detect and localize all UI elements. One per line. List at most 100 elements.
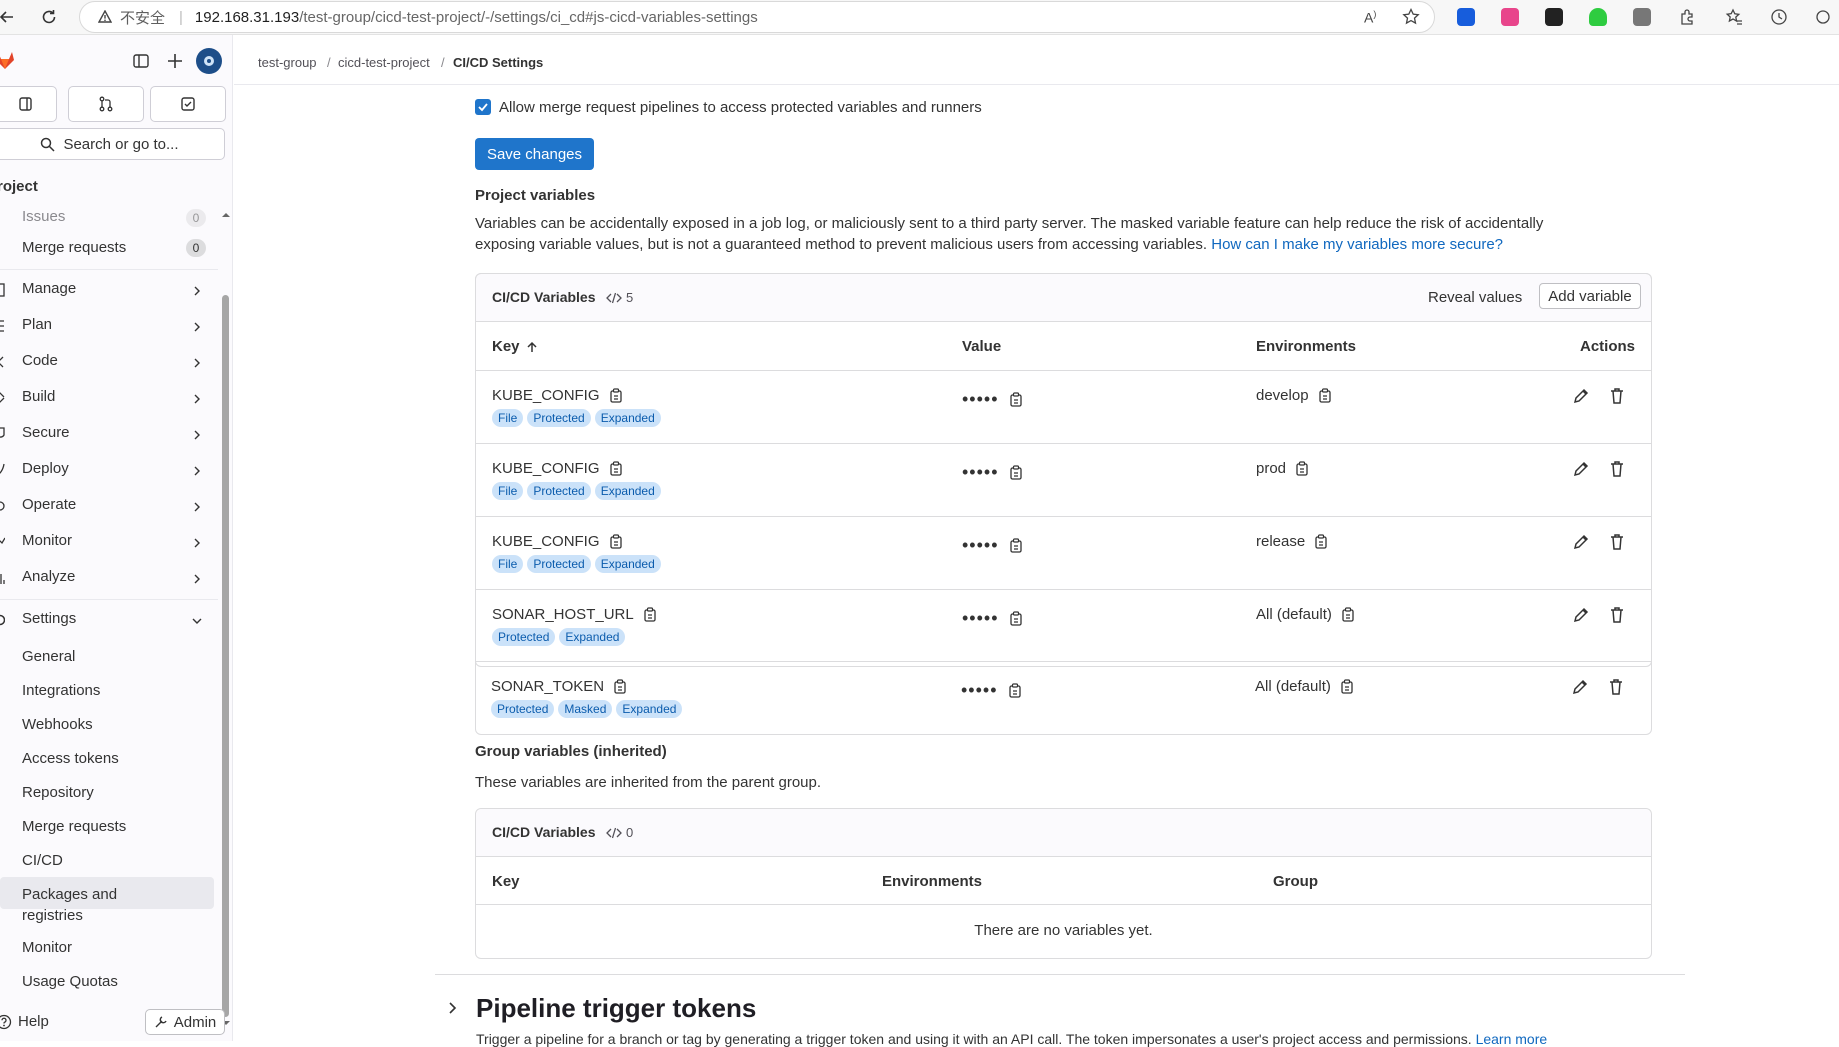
settings-item-packages[interactable]: Packages and registries: [22, 884, 142, 926]
actions-column-header: Actions: [1580, 338, 1636, 355]
sidebar-item-operate[interactable]: Operate: [22, 496, 76, 513]
back-icon[interactable]: [0, 6, 18, 28]
bitwarden-extension-icon[interactable]: [1457, 8, 1475, 26]
badge-file: File: [492, 409, 524, 427]
variable-badges: Protected Expanded: [492, 628, 626, 646]
breadcrumb-item[interactable]: test-group: [258, 55, 317, 70]
sidebar-item-code[interactable]: Code: [22, 352, 58, 369]
history-icon[interactable]: [1768, 6, 1790, 28]
sidebar-item-label: Monitor: [22, 532, 73, 549]
user-avatar[interactable]: [196, 48, 222, 74]
issues-tab-button[interactable]: [0, 86, 57, 122]
admin-button[interactable]: Admin: [145, 1009, 225, 1035]
sidebar-item-deploy[interactable]: Deploy: [22, 460, 69, 477]
settings-more-icon[interactable]: [1812, 6, 1834, 28]
dark-extension-icon[interactable]: [1545, 8, 1563, 26]
settings-item-merge-requests[interactable]: Merge requests: [22, 818, 126, 835]
address-bar[interactable]: 不安全 | 192.168.31.193/test-group/cicd-tes…: [79, 1, 1435, 33]
copy-icon[interactable]: [1314, 534, 1328, 549]
card-title: CI/CD Variables: [492, 289, 596, 305]
settings-item-webhooks[interactable]: Webhooks: [22, 716, 93, 733]
secure-variables-link[interactable]: How can I make my variables more secure?: [1211, 236, 1503, 253]
sidebar-item-label: Manage: [22, 280, 77, 297]
edit-pencil-icon[interactable]: [1572, 387, 1590, 405]
settings-item-label: Access tokens: [22, 750, 119, 767]
todo-tab-button[interactable]: [150, 86, 226, 122]
copy-icon[interactable]: [1318, 388, 1332, 403]
reload-icon[interactable]: [38, 6, 60, 28]
gitlab-logo-icon[interactable]: [0, 49, 16, 71]
settings-item-usage-quotas[interactable]: Usage Quotas: [22, 973, 118, 990]
settings-item-access-tokens[interactable]: Access tokens: [22, 750, 119, 767]
scrollbar-thumb[interactable]: [222, 295, 229, 1017]
settings-item-integrations[interactable]: Integrations: [22, 682, 100, 699]
copy-icon[interactable]: [1008, 683, 1022, 698]
favorites-icon[interactable]: [1723, 6, 1745, 28]
sidebar-toggle-icon[interactable]: [132, 52, 150, 70]
copy-icon[interactable]: [1009, 538, 1023, 553]
delete-trash-icon[interactable]: [1607, 678, 1625, 696]
create-new-icon[interactable]: [166, 52, 184, 70]
settings-item-cicd[interactable]: CI/CD: [22, 852, 63, 869]
edit-pencil-icon[interactable]: [1572, 460, 1590, 478]
settings-item-label: Webhooks: [22, 716, 93, 733]
copy-icon[interactable]: [609, 461, 623, 476]
key-column-header[interactable]: Key: [492, 338, 538, 355]
copy-icon[interactable]: [1009, 465, 1023, 480]
sidebar-item-plan[interactable]: Plan: [22, 316, 52, 333]
sidebar-item-monitor[interactable]: Monitor: [22, 532, 72, 549]
help-button[interactable]: Help: [0, 1013, 49, 1030]
breadcrumb-current[interactable]: CI/CD Settings: [453, 55, 543, 70]
edit-pencil-icon[interactable]: [1572, 533, 1590, 551]
merge-requests-tab-button[interactable]: [68, 86, 144, 122]
sidebar-item-settings[interactable]: Settings: [22, 610, 76, 627]
edit-pencil-icon[interactable]: [1571, 678, 1589, 696]
delete-trash-icon[interactable]: [1608, 533, 1626, 551]
sidebar-item-build[interactable]: Build: [22, 388, 55, 405]
settings-item-monitor[interactable]: Monitor: [22, 939, 72, 956]
badge-file: File: [492, 555, 524, 573]
delete-trash-icon[interactable]: [1608, 460, 1626, 478]
save-changes-button[interactable]: Save changes: [475, 138, 594, 170]
copy-icon[interactable]: [609, 534, 623, 549]
chevron-right-icon: [194, 574, 200, 584]
copy-icon[interactable]: [613, 679, 627, 694]
delete-trash-icon[interactable]: [1608, 606, 1626, 624]
chevron-down-icon: [192, 618, 202, 624]
add-variable-button[interactable]: Add variable: [1539, 283, 1641, 309]
copy-icon[interactable]: [1341, 607, 1355, 622]
copy-icon[interactable]: [643, 607, 657, 622]
copy-icon[interactable]: [1295, 461, 1309, 476]
variable-key: KUBE_CONFIG: [492, 533, 623, 550]
copy-icon[interactable]: [1009, 611, 1023, 626]
project-title: roject: [0, 178, 38, 195]
copy-icon[interactable]: [609, 388, 623, 403]
sidebar-item-issues[interactable]: Issues: [22, 208, 65, 225]
pink-extension-icon[interactable]: [1501, 8, 1519, 26]
breadcrumb-separator: /: [327, 55, 331, 70]
settings-item-general[interactable]: General: [22, 648, 75, 665]
read-aloud-icon[interactable]: A): [1364, 9, 1376, 26]
settings-item-repository[interactable]: Repository: [22, 784, 94, 801]
copy-icon[interactable]: [1009, 392, 1023, 407]
breadcrumb-item[interactable]: cicd-test-project: [338, 55, 430, 70]
table-row: KUBE_CONFIG File Protected Expanded ••••• …: [476, 443, 1651, 516]
sidebar-item-analyze[interactable]: Analyze: [22, 568, 75, 585]
delete-trash-icon[interactable]: [1608, 387, 1626, 405]
merge-request-protected-checkbox[interactable]: [475, 99, 491, 115]
gray-extension-icon[interactable]: [1633, 8, 1651, 26]
badge-expanded: Expanded: [594, 409, 661, 427]
reveal-values-toggle[interactable]: Reveal values: [1428, 289, 1522, 306]
extensions-puzzle-icon[interactable]: [1676, 6, 1698, 28]
sidebar-item-manage[interactable]: Manage: [22, 280, 76, 297]
variable-key: KUBE_CONFIG: [492, 387, 623, 404]
favorite-star-icon[interactable]: [1402, 8, 1420, 26]
search-button[interactable]: Search or go to...: [0, 128, 225, 160]
sidebar-item-merge-requests[interactable]: Merge requests: [22, 239, 126, 256]
shield-extension-icon[interactable]: [1589, 8, 1607, 26]
scroll-up-arrow-icon[interactable]: [220, 210, 232, 220]
copy-icon[interactable]: [1340, 679, 1354, 694]
edit-pencil-icon[interactable]: [1572, 606, 1590, 624]
url-separator: |: [179, 8, 183, 26]
sidebar-item-secure[interactable]: Secure: [22, 424, 70, 441]
